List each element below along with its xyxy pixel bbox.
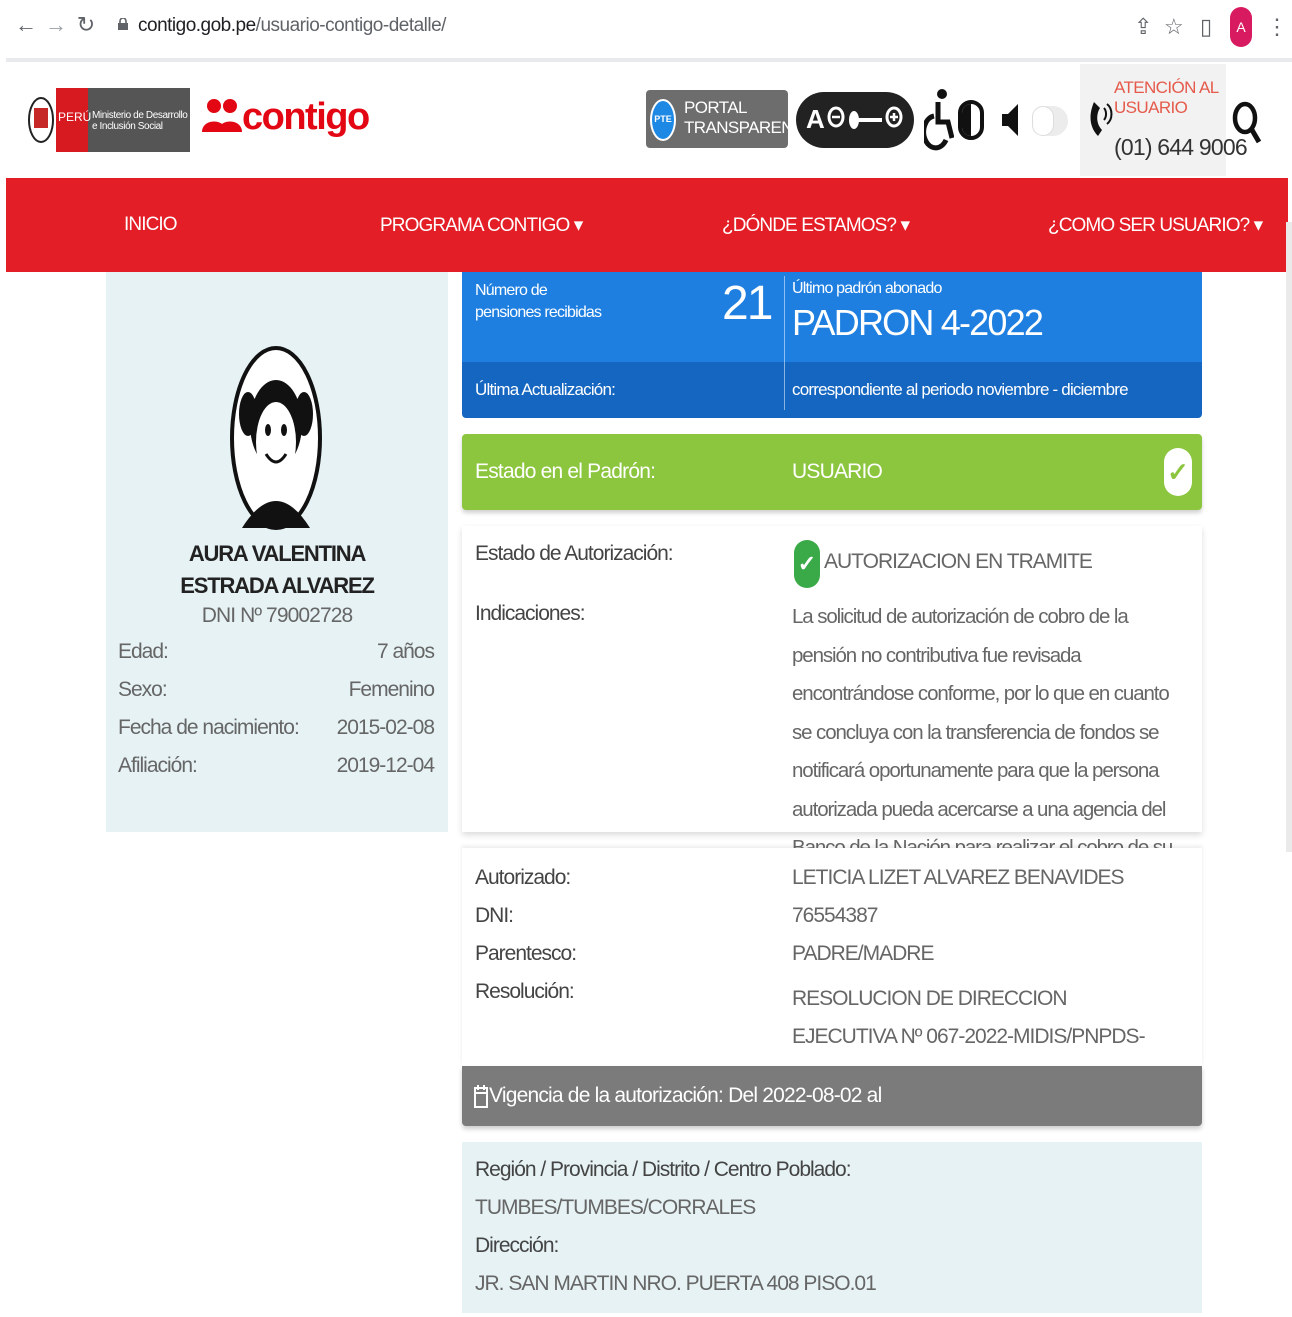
gov-logo-country: PERÚ	[58, 110, 92, 124]
pensions-label-line2: pensiones recibidas	[475, 304, 602, 321]
detail-value: Femenino	[348, 678, 435, 701]
authorized-dni-label: DNI:	[475, 904, 514, 927]
divider	[6, 58, 1292, 62]
auth-status-value: AUTORIZACION EN TRAMITE	[824, 550, 1093, 573]
resolution-label: Resolución:	[475, 980, 575, 1003]
relationship-value: PADRE/MADRE	[792, 942, 934, 965]
gov-logo-ministry: Ministerio de Desarrollo e Inclusión Soc…	[92, 110, 188, 132]
detail-row-afiliacion: Afiliación: 2019-12-04	[118, 754, 435, 778]
share-icon[interactable]: ⇪	[1134, 14, 1152, 40]
forward-arrow-icon[interactable]: →	[44, 12, 68, 38]
person-name-line1: AURA VALENTINA	[188, 541, 367, 566]
nav-item-programa-contigo[interactable]: PROGRAMA CONTIGO ▾	[380, 214, 583, 237]
last-padron-value: PADRON 4-2022	[792, 302, 1044, 343]
last-padron-label: Último padrón abonado	[792, 280, 942, 297]
zoom-slider[interactable]	[848, 108, 884, 132]
relationship-label: Parentesco:	[475, 942, 577, 965]
detail-value: 7 años	[376, 640, 435, 663]
bookmark-star-icon[interactable]: ☆	[1164, 14, 1184, 40]
detail-label: Fecha de nacimiento:	[118, 716, 300, 739]
address-bar[interactable]: contigo.gob.pe/usuario-contigo-detalle/	[138, 15, 446, 37]
address-label: Dirección:	[475, 1234, 559, 1257]
kebab-menu-icon[interactable]: ⋮	[1266, 14, 1288, 40]
authorized-dni-value: 76554387	[792, 904, 878, 927]
nav-item-como-ser-usuario[interactable]: ¿COMO SER USUARIO? ▾	[1048, 214, 1263, 237]
zoom-font-label: A	[806, 104, 825, 134]
padron-status-label: Estado en el Padrón:	[475, 460, 656, 483]
calendar-icon	[474, 1085, 488, 1108]
page-bottom-edge	[6, 1313, 1292, 1317]
detail-label: Sexo:	[118, 678, 168, 701]
speaker-icon[interactable]	[1000, 100, 1022, 140]
phone-number[interactable]: (01) 644 9006	[1114, 134, 1248, 161]
detail-label: Edad:	[118, 640, 169, 663]
check-circle-icon: ✓	[1164, 448, 1192, 496]
detail-row-sexo: Sexo: Femenino	[118, 678, 435, 702]
atencion-line2: USUARIO	[1114, 98, 1188, 117]
nav-item-inicio[interactable]: INICIO	[124, 214, 178, 236]
accessibility-icon[interactable]	[924, 88, 954, 152]
validity-text: Vigencia de la autorización: Del 2022-08…	[489, 1084, 882, 1107]
pte-badge-label: PTE	[654, 114, 672, 124]
region-label: Región / Provincia / Distrito / Centro P…	[475, 1158, 852, 1181]
person-name-line2: ESTRADA ALVAREZ	[180, 573, 375, 598]
indications-label: Indicaciones:	[475, 602, 586, 625]
detail-row-edad: Edad: 7 años	[118, 640, 435, 664]
page-scrollbar[interactable]	[1286, 222, 1292, 852]
contigo-people-icon	[202, 99, 242, 132]
atencion-title: ATENCIÓN AL USUARIO	[1114, 78, 1219, 118]
check-circle-icon: ✓	[794, 540, 820, 588]
detail-row-fecha-nacimiento: Fecha de nacimiento: 2015-02-08	[118, 716, 435, 740]
last-update-label: Última Actualización:	[475, 380, 616, 399]
address-value: JR. SAN MARTIN NRO. PUERTA 408 PISO.01	[475, 1272, 877, 1295]
pensions-label-line1: Número de	[475, 282, 548, 299]
phone-icon	[1090, 102, 1113, 136]
lock-icon	[118, 18, 128, 30]
authorized-label: Autorizado:	[475, 866, 571, 889]
check-mark: ✓	[797, 551, 817, 576]
region-value: TUMBES/TUMBES/CORRALES	[475, 1196, 756, 1219]
audio-toggle[interactable]	[1032, 106, 1068, 136]
person-name: AURA VALENTINA ESTRADA ALVAREZ	[106, 538, 448, 602]
pensions-label: Número de pensiones recibidas	[475, 280, 602, 324]
detail-value: 2015-02-08	[336, 716, 435, 739]
contigo-logo[interactable]: contigo	[242, 96, 370, 139]
padron-status-value: USUARIO	[792, 460, 883, 483]
detail-label: Afiliación:	[118, 754, 198, 777]
contrast-icon[interactable]	[958, 100, 984, 140]
child-avatar-icon	[230, 346, 322, 530]
auth-status-label: Estado de Autorización:	[475, 542, 674, 565]
nav-item-donde-estamos[interactable]: ¿DÓNDE ESTAMOS? ▾	[722, 214, 910, 237]
detail-value: 2019-12-04	[336, 754, 435, 777]
last-update-value: correspondiente al periodo noviembre - d…	[792, 380, 1129, 399]
search-icon[interactable]	[1232, 100, 1262, 144]
authorized-value: LETICIA LIZET ALVAREZ BENAVIDES	[792, 866, 1125, 889]
url-path: /usuario-contigo-detalle/	[255, 15, 447, 36]
back-arrow-icon[interactable]: ←	[14, 12, 38, 38]
url-domain: contigo.gob.pe	[138, 15, 256, 36]
check-mark: ✓	[1167, 457, 1189, 487]
zoom-out-icon[interactable]	[826, 106, 848, 132]
person-dni: DNI Nº 79002728	[201, 604, 354, 627]
side-panel-icon[interactable]: ▯	[1200, 14, 1212, 40]
zoom-in-icon[interactable]	[884, 106, 906, 132]
profile-avatar[interactable]: A	[1230, 7, 1252, 47]
pensions-count: 21	[722, 277, 773, 330]
atencion-line1: ATENCIÓN AL	[1114, 78, 1219, 97]
reload-icon[interactable]: ↻	[74, 12, 98, 38]
divider	[784, 276, 785, 410]
